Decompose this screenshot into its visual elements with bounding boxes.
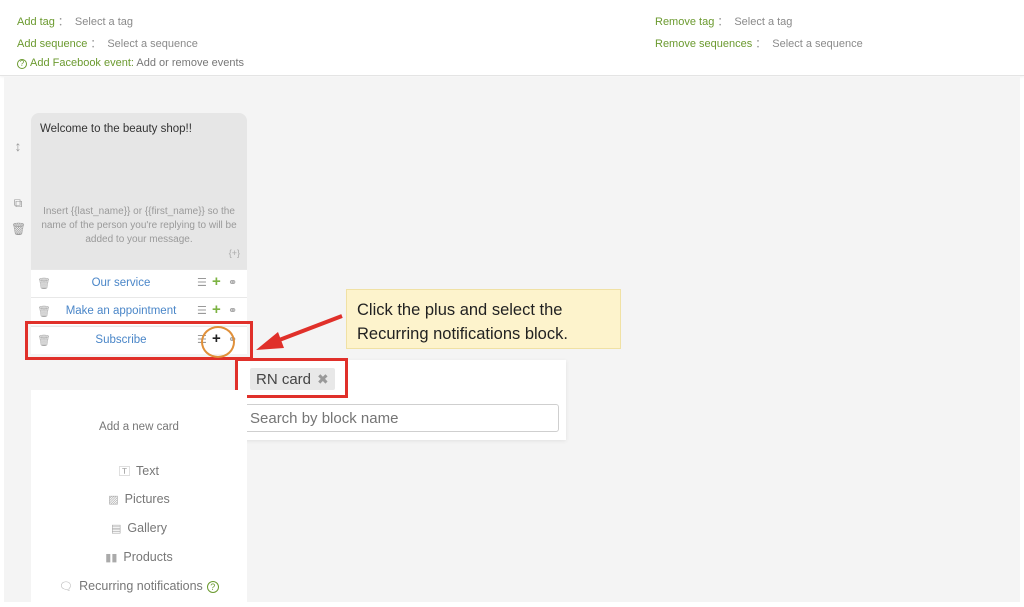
remove-tag-label: Remove tag: [655, 16, 715, 28]
add-facebook-event-select[interactable]: Add or remove events: [136, 57, 244, 69]
option-label: Text: [136, 464, 159, 478]
remove-sequences-row[interactable]: Remove sequences： Select a sequence: [655, 35, 863, 51]
list-icon[interactable]: ☰: [197, 276, 207, 289]
add-sequence-label: Add sequence: [17, 38, 88, 50]
trash-icon[interactable]: 🗑: [37, 305, 51, 318]
remove-sequences-select[interactable]: Select a sequence: [772, 38, 863, 50]
block-search-input[interactable]: [244, 404, 559, 432]
text-icon: 🅃: [119, 466, 131, 478]
pointer-arrow-icon: [256, 314, 343, 350]
add-products-option[interactable]: ▮▮ Products: [31, 550, 247, 564]
add-tag-label: Add tag: [17, 16, 55, 28]
message-text[interactable]: Welcome to the beauty shop!!: [40, 123, 192, 135]
trash-icon[interactable]: 🗑: [37, 277, 51, 290]
highlight-plus-circle: [201, 326, 235, 358]
link-icon[interactable]: ⚭: [228, 304, 237, 317]
settings-bar: Add tag： Select a tag Add sequence： Select…: [0, 0, 1024, 76]
option-label: Gallery: [127, 521, 167, 535]
add-gallery-option[interactable]: ▤ Gallery: [31, 521, 247, 535]
gallery-icon: ▤: [111, 523, 122, 535]
link-icon[interactable]: ⚭: [228, 276, 237, 289]
separator: ：: [755, 38, 767, 50]
card-button-row[interactable]: 🗑 Our service ☰ + ⚭: [31, 269, 247, 297]
card-button-title[interactable]: Make an appointment: [55, 305, 187, 317]
add-tag-row[interactable]: Add tag： Select a tag: [17, 13, 133, 29]
message-hint: Insert {{last_name}} or {{first_name}} s…: [41, 206, 237, 245]
help-icon[interactable]: ?: [17, 59, 27, 69]
duplicate-icon[interactable]: ⧉: [11, 196, 25, 211]
instruction-callout: Click the plus and select the Recurring …: [346, 289, 621, 349]
trash-icon[interactable]: 🗑: [11, 222, 26, 236]
option-label: Recurring notifications: [79, 579, 203, 593]
highlight-rn-card: [235, 358, 348, 398]
card-button-title[interactable]: Our service: [55, 277, 187, 289]
add-card-heading: Add a new card: [99, 421, 179, 433]
add-recurring-notifications-option[interactable]: 🗨 Recurring notifications?: [31, 579, 247, 593]
separator: ：: [90, 38, 102, 50]
add-sequence-select[interactable]: Select a sequence: [107, 38, 198, 50]
insert-variable-button[interactable]: {+}: [229, 248, 240, 258]
option-label: Products: [123, 550, 173, 564]
separator: ：: [717, 16, 729, 28]
products-icon: ▮▮: [105, 552, 118, 564]
option-label: Pictures: [124, 492, 170, 506]
plus-icon[interactable]: +: [212, 273, 221, 290]
help-icon[interactable]: ?: [206, 581, 219, 593]
message-card[interactable]: Welcome to the beauty shop!! Insert {{la…: [31, 113, 247, 269]
notification-icon: 🗨: [59, 581, 74, 593]
add-text-option[interactable]: 🅃 Text: [31, 463, 247, 479]
add-facebook-event-label: Add Facebook event:: [30, 57, 134, 69]
add-sequence-row[interactable]: Add sequence： Select a sequence: [17, 35, 198, 51]
separator: ：: [57, 16, 69, 28]
resize-handle-icon[interactable]: ↕: [11, 138, 25, 154]
add-card-panel: Add a new card 🅃 Text ▨ Pictures ▤ Gallery …: [31, 390, 247, 602]
picture-icon: ▨: [108, 494, 119, 506]
add-tag-select[interactable]: Select a tag: [75, 16, 133, 28]
remove-tag-row[interactable]: Remove tag： Select a tag: [655, 13, 792, 29]
remove-sequences-label: Remove sequences: [655, 38, 753, 50]
plus-icon[interactable]: +: [212, 301, 221, 318]
list-icon[interactable]: ☰: [197, 304, 207, 317]
add-facebook-event-row[interactable]: ? Add Facebook event: Add or remove event…: [17, 57, 244, 69]
remove-tag-select[interactable]: Select a tag: [734, 16, 792, 28]
add-pictures-option[interactable]: ▨ Pictures: [31, 492, 247, 506]
